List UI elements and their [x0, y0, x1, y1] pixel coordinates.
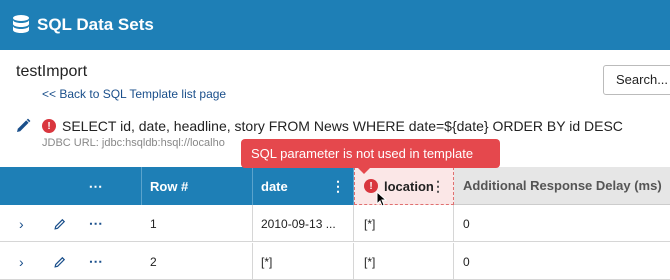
- expand-row-icon[interactable]: ›: [19, 254, 24, 270]
- column-header-label: Additional Response Delay (ms): [463, 178, 662, 193]
- table-row: › ⋯ 1 2010-09-13 ... [*] 0: [0, 205, 670, 242]
- actions-column-header[interactable]: ⋯: [0, 167, 142, 205]
- expand-row-icon[interactable]: ›: [19, 216, 24, 232]
- edit-pencil-icon[interactable]: [15, 118, 31, 134]
- sql-template-text: SELECT id, date, headline, story FROM Ne…: [62, 118, 623, 134]
- app-header: SQL Data Sets: [0, 0, 670, 50]
- cell-location[interactable]: [*]: [354, 243, 454, 280]
- column-header-row-number[interactable]: Row #: [142, 167, 253, 205]
- jdbc-url: JDBC URL: jdbc:hsqldb:hsql://localho: [42, 137, 225, 149]
- cell-date[interactable]: 2010-09-13 ...: [253, 205, 354, 242]
- column-menu-icon[interactable]: ⋮: [331, 178, 345, 195]
- database-icon: [13, 15, 29, 33]
- error-icon: !: [42, 119, 56, 133]
- column-menu-icon[interactable]: ⋮: [431, 178, 445, 195]
- cell-location[interactable]: [*]: [354, 205, 454, 242]
- table-header: ⋯ Row # date ⋮ ! location ⋮ Additional R…: [0, 167, 670, 205]
- cell-response-delay[interactable]: 0: [454, 243, 670, 280]
- row-more-icon[interactable]: ⋯: [89, 253, 103, 270]
- more-options-icon[interactable]: ⋯: [89, 178, 103, 195]
- edit-row-icon[interactable]: [53, 255, 67, 269]
- cell-date[interactable]: [*]: [253, 243, 354, 280]
- error-tooltip: SQL parameter is not used in template: [241, 139, 500, 174]
- cell-row-number: 1: [142, 205, 253, 242]
- column-header-label: date: [261, 178, 288, 194]
- back-to-template-list-link[interactable]: << Back to SQL Template list page: [42, 87, 226, 101]
- mouse-cursor-icon: [376, 191, 387, 207]
- search-button[interactable]: Search...: [603, 65, 670, 95]
- app-title: SQL Data Sets: [37, 15, 154, 34]
- column-header-label: location: [384, 178, 434, 194]
- page-title: testImport: [16, 63, 88, 80]
- row-more-icon[interactable]: ⋯: [89, 215, 103, 232]
- row-actions: › ⋯: [0, 243, 142, 280]
- edit-row-icon[interactable]: [53, 217, 67, 231]
- column-header-date[interactable]: date ⋮: [253, 167, 354, 205]
- table-row: › ⋯ 2 [*] [*] 0: [0, 243, 670, 280]
- cell-row-number: 2: [142, 243, 253, 280]
- column-header-label: Row #: [150, 178, 189, 194]
- row-actions: › ⋯: [0, 205, 142, 242]
- cell-response-delay[interactable]: 0: [454, 205, 670, 242]
- column-header-response-delay[interactable]: Additional Response Delay (ms): [454, 167, 670, 205]
